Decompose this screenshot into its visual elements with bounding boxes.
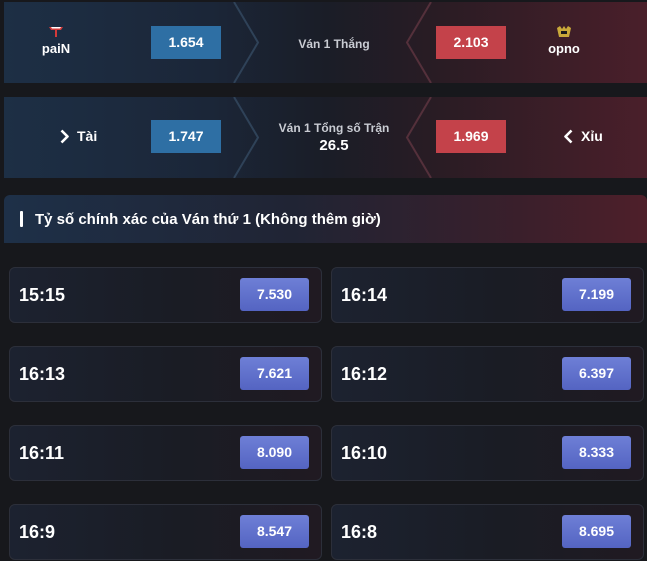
score-option[interactable]: 16:14 7.199 xyxy=(331,267,644,323)
score-option[interactable]: 16:11 8.090 xyxy=(9,425,322,481)
score-label: 16:14 xyxy=(341,285,388,305)
total-rounds-market: Tài 1.747 Ván 1 Tổng số Trận 26.5 1.969 … xyxy=(4,97,647,178)
market-label: Ván 1 Thắng xyxy=(298,37,370,51)
away-team-name: opno xyxy=(548,41,580,56)
home-team-name: paiN xyxy=(41,41,71,56)
score-label: 16:10 xyxy=(341,443,388,463)
divider-chevron-right xyxy=(403,97,433,178)
home-odd-value: 1.654 xyxy=(168,34,204,50)
score-odd-button[interactable]: 7.621 xyxy=(240,357,309,390)
score-label: 16:12 xyxy=(341,364,388,384)
score-odd-button[interactable]: 6.397 xyxy=(562,357,631,390)
under-odd-value: 1.969 xyxy=(453,128,489,144)
home-odd-button[interactable]: 1.654 xyxy=(151,26,221,59)
score-label: 15:15 xyxy=(19,285,66,305)
divider-chevron-right xyxy=(403,2,433,83)
chevron-right-icon xyxy=(60,129,69,143)
market-label: Ván 1 Tổng số Trận xyxy=(278,121,390,135)
score-odd-button[interactable]: 8.547 xyxy=(240,515,309,548)
score-option[interactable]: 16:10 8.333 xyxy=(331,425,644,481)
section-accent-bar xyxy=(20,211,23,227)
score-odd-button[interactable]: 8.695 xyxy=(562,515,631,548)
correct-score-header: Tỷ số chính xác của Ván thứ 1 (Không thê… xyxy=(4,195,647,243)
chevron-left-icon xyxy=(564,129,573,143)
away-team: opno xyxy=(529,26,599,56)
away-odd-button[interactable]: 2.103 xyxy=(436,26,506,59)
under-label: Xỉu xyxy=(581,128,603,144)
home-team: paiN xyxy=(21,26,91,56)
under-option[interactable]: Xỉu xyxy=(564,128,603,144)
score-option[interactable]: 16:13 7.621 xyxy=(9,346,322,402)
score-odd-button[interactable]: 8.333 xyxy=(562,436,631,469)
score-label: 16:13 xyxy=(19,364,66,384)
score-option[interactable]: 16:8 8.695 xyxy=(331,504,644,560)
score-option[interactable]: 16:9 8.547 xyxy=(9,504,322,560)
opno-logo-icon xyxy=(557,26,571,37)
score-option[interactable]: 15:15 7.530 xyxy=(9,267,322,323)
total-line: 26.5 xyxy=(319,137,349,154)
pain-logo-icon xyxy=(49,27,63,37)
match-winner-market: paiN 1.654 Ván 1 Thắng 2.103 opno xyxy=(4,2,647,83)
score-label: 16:9 xyxy=(19,522,56,542)
score-label: 16:11 xyxy=(19,443,65,463)
score-odd-button[interactable]: 7.199 xyxy=(562,278,631,311)
over-odd-button[interactable]: 1.747 xyxy=(151,120,221,153)
over-odd-value: 1.747 xyxy=(168,128,204,144)
score-label: 16:8 xyxy=(341,522,378,542)
score-option[interactable]: 16:12 6.397 xyxy=(331,346,644,402)
under-odd-button[interactable]: 1.969 xyxy=(436,120,506,153)
score-odd-button[interactable]: 7.530 xyxy=(240,278,309,311)
score-odd-button[interactable]: 8.090 xyxy=(240,436,309,469)
over-label: Tài xyxy=(77,128,98,144)
section-title: Tỷ số chính xác của Ván thứ 1 (Không thê… xyxy=(35,210,381,228)
away-odd-value: 2.103 xyxy=(453,34,489,50)
over-option[interactable]: Tài xyxy=(60,128,97,144)
